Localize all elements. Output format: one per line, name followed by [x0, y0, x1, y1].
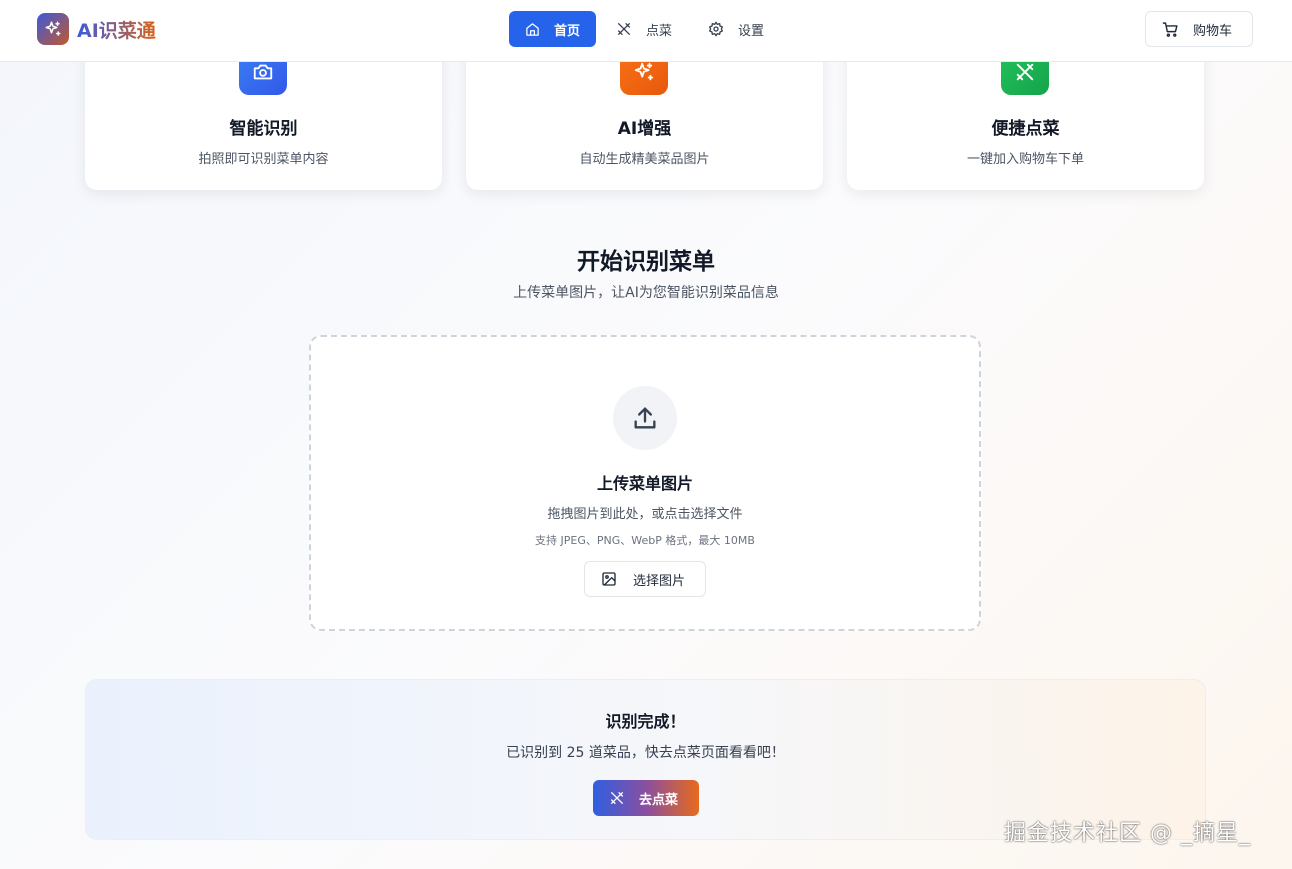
- feature-title: 智能识别: [229, 119, 298, 139]
- nav-home-label: 首页: [554, 23, 581, 39]
- upload-dropzone[interactable]: 上传菜单图片 拖拽图片到此处，或点击选择文件 支持 JPEG、PNG、WebP …: [309, 335, 981, 631]
- go-order-label: 去点菜: [639, 792, 679, 808]
- nav-home[interactable]: 首页: [509, 11, 597, 47]
- upload-formats: 支持 JPEG、PNG、WebP 格式，最大 10MB: [535, 534, 755, 547]
- feature-card-recognize: 智能识别 拍照即可识别菜单内容: [85, 40, 442, 190]
- nav-settings-label: 设置: [738, 23, 765, 39]
- section-subtitle: 上传菜单图片，让AI为您智能识别菜品信息: [513, 285, 779, 301]
- nav-order-label: 点菜: [646, 23, 673, 39]
- done-title: 识别完成！: [605, 712, 686, 731]
- feature-card-order: 便捷点菜 一键加入购物车下单: [847, 40, 1204, 190]
- go-order-button[interactable]: 去点菜: [593, 780, 699, 816]
- gear-icon: [709, 21, 724, 37]
- feature-desc: 自动生成精美菜品图片: [579, 152, 710, 167]
- cart-label: 购物车: [1193, 23, 1233, 39]
- utensils-icon: [618, 23, 631, 35]
- feature-title: 便捷点菜: [991, 119, 1060, 139]
- feature-title: AI增强: [617, 119, 672, 139]
- app-name: AI识菜通: [77, 16, 156, 43]
- top-nav-bar: AI识菜通 首页 点菜 设置 购物车: [0, 0, 1292, 62]
- choose-image-button[interactable]: 选择图片: [584, 561, 706, 597]
- feature-desc: 拍照即可识别菜单内容: [198, 152, 329, 167]
- image-icon: [602, 572, 616, 586]
- main-nav: 首页 点菜 设置: [509, 11, 784, 47]
- cart-button[interactable]: 购物车: [1145, 11, 1253, 47]
- feature-card-ai: AI增强 自动生成精美菜品图片: [466, 40, 823, 190]
- upload-hint: 拖拽图片到此处，或点击选择文件: [547, 507, 743, 522]
- upload-title: 上传菜单图片: [596, 474, 693, 493]
- utensils-icon: [611, 792, 623, 804]
- choose-image-label: 选择图片: [633, 573, 686, 589]
- app-logo[interactable]: AI识菜通: [37, 13, 156, 45]
- cart-icon: [1162, 21, 1178, 37]
- upload-icon: [613, 386, 677, 450]
- sparkles-icon: [37, 13, 69, 45]
- watermark: 掘金技术社区 @ _摘星_: [1004, 821, 1251, 846]
- feature-desc: 一键加入购物车下单: [966, 152, 1084, 167]
- nav-settings[interactable]: 设置: [692, 11, 780, 47]
- home-icon: [526, 22, 539, 36]
- nav-order[interactable]: 点菜: [600, 11, 688, 47]
- done-desc: 已识别到 25 道菜品，快去点菜页面看看吧！: [506, 745, 785, 761]
- section-title: 开始识别菜单: [577, 249, 715, 275]
